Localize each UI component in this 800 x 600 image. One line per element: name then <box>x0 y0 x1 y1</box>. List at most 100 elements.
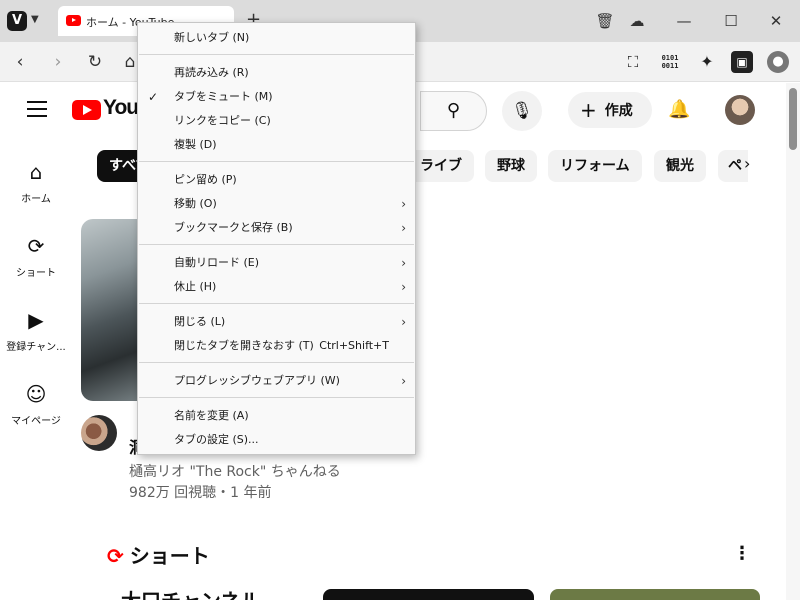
reload-button[interactable]: ↻ <box>84 51 106 73</box>
shorts-logo-icon: ⟳ <box>107 544 124 568</box>
video-thumbnail[interactable] <box>81 219 141 401</box>
shorts-icon: ⟳ <box>27 234 45 258</box>
plus-icon: + <box>580 98 597 122</box>
submenu-arrow-icon: › <box>401 256 406 270</box>
hamburger-menu-icon[interactable] <box>27 101 47 122</box>
menu-item-label: 閉じたタブを開きなおす (T) <box>174 339 314 352</box>
menu-item-close[interactable]: 閉じる (L) › <box>138 311 415 333</box>
binary-extension-icon[interactable]: 0101 0011 <box>659 51 681 73</box>
extensions-puzzle-icon[interactable]: ✦ <box>696 51 718 73</box>
menu-item-reopen-closed-tab[interactable]: 閉じたタブを開きなおす (T) Ctrl+Shift+T <box>138 335 415 357</box>
sidebar-item-label: 登録チャン... <box>6 342 66 353</box>
menu-item-label: タブの設定 (S)... <box>174 433 259 446</box>
menu-separator <box>139 54 414 55</box>
minimize-button[interactable]: — <box>674 11 694 31</box>
submenu-arrow-icon: › <box>401 221 406 235</box>
video-meta: 982万 回視聴・1 年前 <box>129 485 272 501</box>
menu-item-hibernate[interactable]: 休止 (H) › <box>138 276 415 298</box>
back-button[interactable]: ‹ <box>9 51 31 73</box>
microphone-icon: 🎙 <box>511 101 533 121</box>
youtube-favicon-icon <box>66 15 81 26</box>
menu-item-rename[interactable]: 名前を変更 (A) <box>138 405 415 427</box>
menu-item-label: 移動 (O) <box>174 197 217 210</box>
menu-item-label: タブをミュート (M) <box>174 90 273 103</box>
menu-item-bookmark-save[interactable]: ブックマークと保存 (B) › <box>138 217 415 239</box>
chip-baseball[interactable]: 野球 <box>485 150 537 182</box>
short-thumbnail[interactable] <box>550 589 760 600</box>
shorts-section-heading: ⟳ ショート <box>107 540 210 569</box>
submenu-arrow-icon: › <box>401 197 406 211</box>
tab-context-menu: 新しいタブ (N) 再読み込み (R) ✓ タブをミュート (M) リンクをコピー… <box>137 22 416 455</box>
sidebar-item-label: マイページ <box>11 416 61 427</box>
menu-separator <box>139 161 414 162</box>
chip-sightseeing[interactable]: 観光 <box>654 150 706 182</box>
short-title-partial: 大口チャンネル <box>121 585 260 600</box>
menu-item-label: プログレッシブウェブアプリ (W) <box>174 374 340 387</box>
home-icon: ⌂ <box>29 160 43 184</box>
subscriptions-icon: ▶ <box>28 308 44 332</box>
maximize-button[interactable]: ☐ <box>721 11 741 31</box>
chevron-right-icon[interactable]: › <box>744 154 750 173</box>
menu-item-mute-tab[interactable]: ✓ タブをミュート (M) <box>138 86 415 108</box>
menu-item-label: 複製 (D) <box>174 138 217 151</box>
menu-item-label: ブックマークと保存 (B) <box>174 221 293 234</box>
scrollbar-thumb[interactable] <box>789 88 797 150</box>
voice-search-button[interactable]: 🎙 <box>502 91 542 131</box>
video-channel-name[interactable]: 樋高リオ "The Rock" ちゃんねる <box>129 461 341 481</box>
chip-renovation[interactable]: リフォーム <box>548 150 642 182</box>
chevron-down-icon[interactable]: ▼ <box>31 14 39 25</box>
check-icon: ✓ <box>148 90 159 104</box>
search-icon: ⚲ <box>446 100 461 121</box>
menu-item-label: ピン留め (P) <box>174 173 237 186</box>
shorts-heading-label: ショート <box>129 544 210 568</box>
menu-item-new-tab[interactable]: 新しいタブ (N) <box>138 27 415 49</box>
vivaldi-menu-icon[interactable]: V <box>7 11 27 31</box>
menu-item-auto-reload[interactable]: 自動リロード (E) › <box>138 252 415 274</box>
gift-icon[interactable]: ▣ <box>731 51 753 73</box>
menu-item-label: 自動リロード (E) <box>174 256 260 269</box>
submenu-arrow-icon: › <box>401 315 406 329</box>
more-options-icon[interactable]: ⋮ <box>733 543 751 564</box>
menu-separator <box>139 362 414 363</box>
menu-item-copy-link[interactable]: リンクをコピー (C) <box>138 110 415 132</box>
short-thumbnail[interactable] <box>323 589 534 600</box>
menu-separator <box>139 397 414 398</box>
sidebar-item-shorts[interactable]: ⟳ ショート <box>0 234 72 279</box>
forward-button[interactable]: › <box>47 51 69 73</box>
search-button[interactable]: ⚲ <box>420 91 487 131</box>
close-window-button[interactable]: ✕ <box>766 11 786 31</box>
cloud-sync-icon[interactable]: ☁ <box>627 11 647 31</box>
menu-item-label: 新しいタブ (N) <box>174 31 250 44</box>
menu-item-reload[interactable]: 再読み込み (R) <box>138 62 415 84</box>
create-button[interactable]: + 作成 <box>568 92 652 128</box>
menu-separator <box>139 303 414 304</box>
menu-item-label: 名前を変更 (A) <box>174 409 249 422</box>
profile-icon[interactable]: ● <box>767 51 789 73</box>
menu-item-label: 閉じる (L) <box>174 315 226 328</box>
sidebar-item-label: ショート <box>16 268 56 279</box>
menu-item-duplicate[interactable]: 複製 (D) <box>138 134 415 156</box>
youtube-logo-icon[interactable] <box>72 100 101 120</box>
menu-item-pin[interactable]: ピン留め (P) <box>138 169 415 191</box>
menu-item-tab-settings[interactable]: タブの設定 (S)... <box>138 429 415 451</box>
account-avatar[interactable] <box>725 95 755 125</box>
sidebar-item-subscriptions[interactable]: ▶ 登録チャン... <box>0 308 72 353</box>
menu-item-label: 休止 (H) <box>174 280 217 293</box>
menu-separator <box>139 244 414 245</box>
menu-item-label: リンクをコピー (C) <box>174 114 271 127</box>
menu-item-pwa[interactable]: プログレッシブウェブアプリ (W) › <box>138 370 415 392</box>
scrollbar-track[interactable] <box>786 83 800 600</box>
you-icon: ☺ <box>25 382 47 406</box>
channel-avatar[interactable] <box>81 415 117 451</box>
notifications-bell-icon[interactable]: 🔔 <box>668 99 690 120</box>
capture-icon[interactable]: ⛶ <box>622 51 644 73</box>
menu-item-label: 再読み込み (R) <box>174 66 249 79</box>
menu-item-move[interactable]: 移動 (O) › <box>138 193 415 215</box>
submenu-arrow-icon: › <box>401 280 406 294</box>
chip-live[interactable]: ライブ <box>408 150 474 182</box>
sidebar-item-you[interactable]: ☺ マイページ <box>0 382 72 427</box>
sidebar-item-home[interactable]: ⌂ ホーム <box>0 160 72 205</box>
menu-item-shortcut: Ctrl+Shift+T <box>319 339 389 352</box>
submenu-arrow-icon: › <box>401 374 406 388</box>
trash-icon[interactable]: 🗑 <box>595 11 615 31</box>
